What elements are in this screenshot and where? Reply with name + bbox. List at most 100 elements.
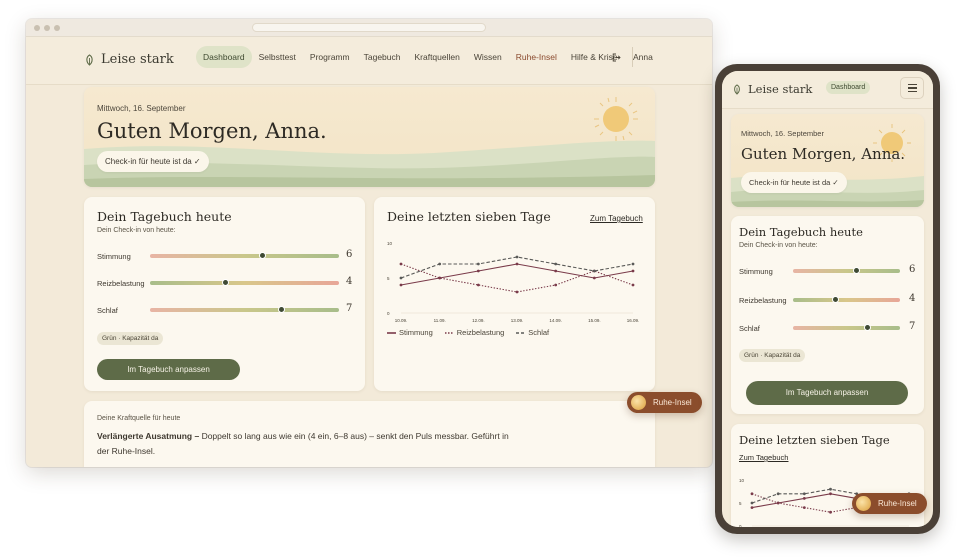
- mobile-sleep-label: Schlaf: [739, 324, 760, 333]
- y-tick-label: 10: [387, 241, 393, 246]
- data-point-reizbelastung: [399, 262, 403, 266]
- data-point-reizbelastung: [631, 283, 635, 287]
- desktop-browser-window: Leise stark Dashboard Selbsttest Program…: [26, 19, 712, 467]
- series-line-reizbelastung: [400, 263, 634, 293]
- sleep-label: Schlaf: [97, 306, 118, 315]
- journal-card-subtitle: Dein Check-in von heute:: [97, 227, 176, 234]
- y-tick-label: 10: [739, 478, 745, 483]
- top-navigation: Leise stark Dashboard Selbsttest Program…: [26, 37, 712, 85]
- window-close-dot[interactable]: [34, 25, 40, 31]
- current-date: Mittwoch, 16. September: [97, 104, 186, 113]
- sun-icon: [594, 97, 638, 141]
- data-point-schlaf: [592, 269, 596, 273]
- brand-logo[interactable]: Leise stark: [84, 52, 174, 67]
- mobile-brand-logo[interactable]: Leise stark: [732, 82, 812, 96]
- data-point-schlaf: [829, 487, 832, 491]
- week-line-chart: 0 5 10 10.09. 11.09. 12.09. 13.09. 14.09. 15.09.…: [387, 241, 639, 323]
- nav-item-wissen[interactable]: Wissen: [467, 46, 509, 68]
- journal-card: Dein Tagebuch heute Dein Check-in von he…: [84, 197, 365, 391]
- to-journal-link[interactable]: Zum Tagebuch: [590, 214, 643, 223]
- nav-item-selbsttest[interactable]: Selbsttest: [252, 46, 303, 68]
- kraftquelle-label: Deine Kraftquelle für heute: [97, 415, 181, 422]
- sleep-slider-handle[interactable]: [278, 306, 285, 313]
- greeting-hero: Mittwoch, 16. September Guten Morgen, An…: [84, 87, 655, 187]
- mobile-ruhe-insel-label: Ruhe-Insel: [878, 499, 917, 508]
- ruhe-sun-icon: [631, 395, 646, 410]
- hamburger-menu-icon[interactable]: [900, 77, 924, 99]
- data-point-reizbelastung: [802, 506, 806, 509]
- y-tick-label: 5: [387, 276, 390, 281]
- leaf-icon: [734, 83, 740, 95]
- data-point-stimmung: [554, 269, 558, 273]
- stress-label: Reizbelastung: [97, 279, 145, 288]
- mobile-mood-label: Stimmung: [739, 267, 773, 276]
- nav-item-dashboard[interactable]: Dashboard: [196, 46, 252, 68]
- week-chart-card: Deine letzten sieben Tage Zum Tagebuch 0…: [374, 197, 655, 391]
- nav-item-tagebuch[interactable]: Tagebuch: [357, 46, 408, 68]
- user-area: Anna: [612, 52, 653, 62]
- data-point-stimmung: [592, 276, 596, 280]
- adjust-journal-button[interactable]: Im Tagebuch anpassen: [97, 359, 240, 380]
- ruhe-insel-label: Ruhe-Insel: [653, 398, 692, 407]
- mood-slider-handle[interactable]: [259, 252, 266, 259]
- data-point-stimmung: [399, 283, 403, 287]
- data-point-schlaf: [750, 501, 754, 505]
- capacity-status-tag: Grün · Kapazität da: [97, 332, 164, 345]
- data-point-stimmung: [476, 269, 480, 273]
- data-point-stimmung: [829, 492, 832, 496]
- mobile-ruhe-insel-button[interactable]: Ruhe-Insel: [852, 493, 927, 514]
- mobile-greeting-title: Guten Morgen, Anna.: [741, 145, 906, 163]
- x-tick-label: 12.09.: [472, 318, 485, 323]
- kraftquelle-text: Verlängerte Ausatmung – Doppelt so lang …: [97, 429, 567, 459]
- data-point-stimmung: [802, 497, 806, 500]
- ruhe-insel-button[interactable]: Ruhe-Insel: [627, 392, 702, 413]
- series-line-stimmung: [400, 263, 634, 286]
- data-point-schlaf: [515, 255, 519, 259]
- week-card-title: Deine letzten sieben Tage: [387, 209, 551, 224]
- series-line-schlaf: [400, 256, 634, 279]
- data-point-stimmung: [631, 269, 635, 273]
- sleep-slider-track[interactable]: [150, 308, 339, 312]
- mobile-stress-slider-handle[interactable]: [832, 296, 839, 303]
- mobile-checkin-chip[interactable]: Check-in für heute ist da ✓: [741, 172, 847, 193]
- mood-slider-track[interactable]: [150, 254, 339, 258]
- kraftquelle-description-end: der Ruhe-Insel.: [97, 446, 156, 456]
- nav-item-programm[interactable]: Programm: [303, 46, 357, 68]
- checkin-status-chip[interactable]: Check-in für heute ist da ✓: [97, 151, 209, 172]
- mobile-mood-slider-handle[interactable]: [853, 267, 860, 274]
- logout-icon[interactable]: [612, 53, 621, 62]
- mobile-stress-label: Reizbelastung: [739, 296, 787, 305]
- mobile-mood-slider-track[interactable]: [793, 269, 900, 273]
- data-point-schlaf: [802, 492, 806, 496]
- data-point-stimmung: [750, 506, 754, 509]
- mobile-stress-value: 4: [909, 293, 916, 304]
- mobile-adjust-journal-button[interactable]: Im Tagebuch anpassen: [746, 381, 908, 405]
- data-point-schlaf: [399, 276, 403, 280]
- data-point-reizbelastung: [554, 283, 558, 287]
- stress-slider-track[interactable]: [150, 281, 339, 285]
- mobile-sleep-slider-handle[interactable]: [864, 324, 871, 331]
- mobile-journal-title: Dein Tagebuch heute: [739, 225, 863, 239]
- data-point-reizbelastung: [476, 283, 480, 287]
- ruhe-sun-icon: [856, 496, 871, 511]
- mobile-dashboard-badge[interactable]: Dashboard: [826, 81, 871, 94]
- y-tick-label: 5: [739, 501, 742, 506]
- nav-item-kraftquellen[interactable]: Kraftquellen: [407, 46, 466, 68]
- browser-chrome: [26, 19, 712, 37]
- mobile-sleep-slider-track[interactable]: [793, 326, 900, 330]
- data-point-schlaf: [631, 262, 635, 266]
- user-name[interactable]: Anna: [633, 52, 653, 62]
- mobile-to-journal-link[interactable]: Zum Tagebuch: [739, 453, 788, 462]
- data-point-schlaf: [554, 262, 558, 266]
- window-minimize-dot[interactable]: [44, 25, 50, 31]
- stress-value: 4: [346, 276, 353, 287]
- chart-legend: Stimmung Reizbelastung Schlaf: [387, 328, 549, 337]
- mobile-stress-slider-track[interactable]: [793, 298, 900, 302]
- stress-slider-handle[interactable]: [222, 279, 229, 286]
- nav-item-ruhe-insel[interactable]: Ruhe-Insel: [509, 46, 564, 68]
- y-tick-label: 0: [739, 524, 742, 527]
- address-bar[interactable]: [252, 23, 486, 32]
- x-tick-label: 10.09.: [395, 318, 408, 323]
- kraftquelle-card: Deine Kraftquelle für heute Verlängerte …: [84, 401, 655, 467]
- window-maximize-dot[interactable]: [54, 25, 60, 31]
